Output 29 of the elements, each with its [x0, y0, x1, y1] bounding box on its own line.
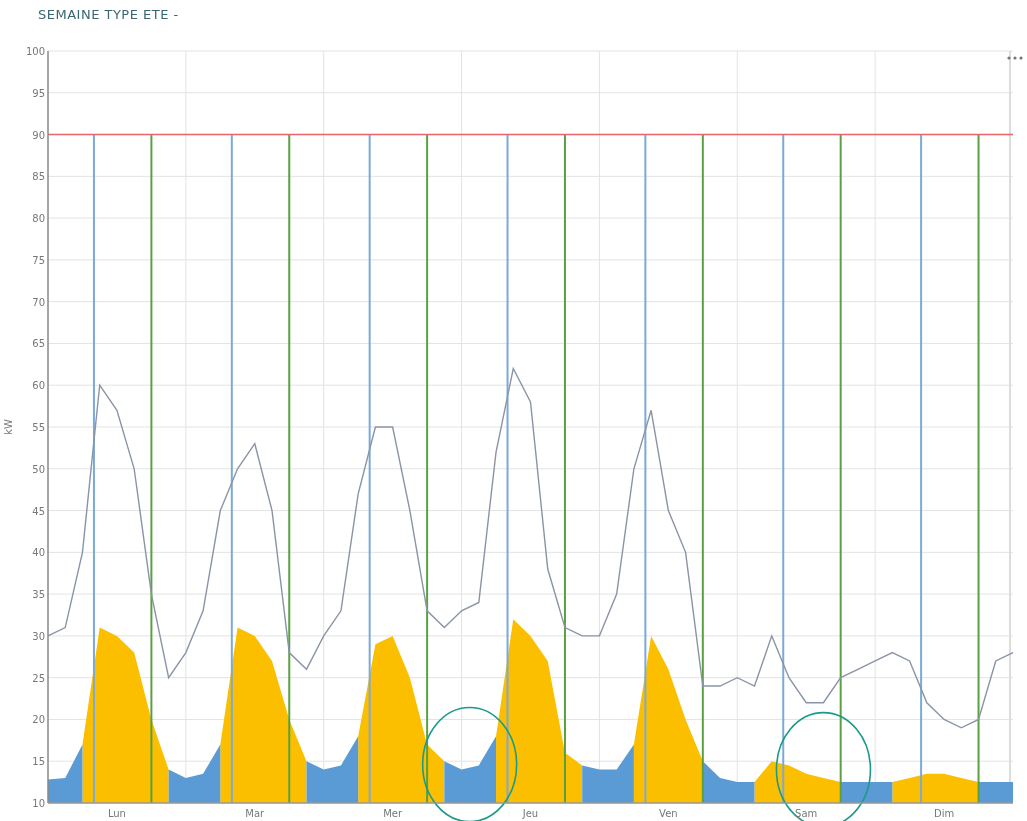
y-axis-label: 90	[32, 129, 45, 141]
x-axis-label: Dim	[933, 808, 955, 819]
x-axis-label: Ven	[659, 808, 678, 819]
chart-title: SEMAINE TYPE ETE -	[37, 6, 180, 24]
y-axis-label: 10	[32, 798, 45, 809]
y-axis-label: 50	[32, 463, 45, 475]
x-axis-label: Lun	[107, 808, 126, 819]
y-axis-label: 45	[32, 505, 45, 517]
y-axis-label: 35	[32, 589, 45, 601]
y-axis-label: 15	[32, 756, 45, 768]
y-axis-label: 85	[32, 171, 45, 183]
y-axis-label: 100	[25, 46, 45, 57]
x-axis-label: Mer	[383, 808, 403, 819]
y-axis-label: 30	[32, 630, 45, 642]
y-axis-label: 80	[32, 213, 45, 225]
y-axis-label: 65	[32, 338, 45, 350]
y-axis-label: 20	[32, 714, 45, 726]
y-axis-title: kW	[3, 419, 14, 435]
x-axis-label: Sam	[795, 808, 818, 819]
y-axis-label: 75	[32, 254, 45, 266]
y-axis-label: 70	[32, 296, 45, 308]
y-axis-label: 25	[32, 672, 45, 684]
x-axis-label: Jeu	[522, 808, 539, 819]
y-axis-label: 55	[32, 422, 45, 433]
y-axis-label: 95	[32, 87, 45, 99]
y-axis-label: 40	[32, 547, 45, 559]
x-axis-label: Mar	[245, 808, 265, 819]
y-axis-label: 60	[32, 380, 45, 392]
more-icon[interactable]	[1007, 56, 1023, 60]
